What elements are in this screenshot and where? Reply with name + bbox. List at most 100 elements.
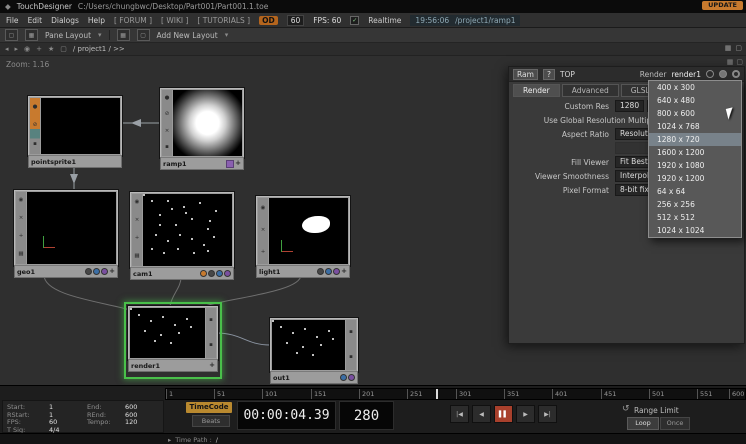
custom-res-width-field[interactable]: 1280 [615,100,644,112]
node-viewer[interactable] [173,90,242,156]
node-name-bar[interactable]: pointsprite1 [28,155,122,168]
bypass-flag-icon[interactable]: ⊘ [33,123,38,129]
pane-maximize-icon[interactable]: ▦ [725,44,732,52]
node-family-strip[interactable]: ◉ × + [258,198,268,264]
pane-close-icon[interactable]: ▢ [735,44,742,52]
nav-forward-icon[interactable]: ▸ [15,45,19,53]
family-badge[interactable]: Ram [513,69,538,80]
layout-preset2-icon[interactable]: ▢ [137,29,150,41]
network-breadcrumb[interactable]: / project1 / >> [73,45,125,53]
res-option[interactable]: 1920 x 1200 [649,172,741,185]
pane-box-icon[interactable]: ▢ [60,45,67,53]
node-family-strip[interactable]: ● ⊘ × ▪ [162,90,172,156]
res-option[interactable]: 64 x 64 [649,185,741,198]
menu-dialogs[interactable]: Dialogs [51,16,79,25]
active-flag-icon[interactable] [200,270,207,277]
node-out1[interactable]: ▪ ▪ out1 [270,318,358,372]
viewer-toggle-icon[interactable] [732,70,740,78]
once-button[interactable]: Once [660,417,690,430]
menu-forum[interactable]: [ FORUM ] [114,16,152,25]
tab-render[interactable]: Render [513,84,560,97]
viewer-flag-icon[interactable]: ▪ [209,318,213,324]
display-flag-icon[interactable]: ▪ [209,343,213,349]
time-path[interactable]: ▸ Time Path : / [168,436,218,444]
close-flag-icon[interactable]: × [19,216,24,222]
nav-target-icon[interactable]: ◉ [24,45,30,53]
node-flag-strip[interactable]: ▪ ▪ [346,320,356,370]
display-flag-icon[interactable] [93,268,100,275]
node-viewer[interactable] [27,192,116,264]
grid-flag-icon[interactable]: ▦ [134,254,139,260]
add-flag-icon[interactable]: + [135,236,140,242]
node-name-bar[interactable]: render1 + [128,359,218,372]
node-viewer[interactable] [143,194,232,266]
node-viewer[interactable] [41,98,120,154]
pause-button[interactable]: ▌▌ [494,405,513,423]
res-option[interactable]: 400 x 300 [649,81,741,94]
comment-icon[interactable] [706,70,714,78]
tab-advanced[interactable]: Advanced [562,84,619,97]
add-flag-icon[interactable]: + [341,268,347,275]
jump-end-button[interactable]: ▶| [538,405,557,423]
node-family-strip[interactable]: ◉ × + ▦ [16,192,26,264]
viewer-flag-icon[interactable]: ● [33,105,38,111]
node-render1[interactable]: ▪ ▪ render1 + [128,306,218,360]
palette-flag-icon[interactable] [226,160,234,168]
add-op-icon[interactable]: + [36,45,42,53]
pane-layout-chevron-icon[interactable]: ▾ [98,31,102,39]
pane-grid-icon[interactable]: ▦ [25,29,38,41]
res-option[interactable]: 1920 x 1080 [649,159,741,172]
viewer-flag-icon[interactable]: ◉ [135,200,140,206]
node-viewer[interactable] [130,308,205,358]
node-name-bar[interactable]: geo1 + [14,265,118,278]
res-option[interactable]: 1024 x 768 [649,120,741,133]
bypass-flag-icon[interactable]: ⊘ [165,112,170,118]
menu-file[interactable]: File [6,16,19,25]
node-viewer[interactable] [272,320,345,370]
node-family-strip[interactable]: ● ⊘ ▪ [30,98,40,154]
layout-preset-icon[interactable]: ▦ [117,29,130,41]
lock-flag-icon[interactable]: ▪ [165,145,169,151]
node-pointsprite1[interactable]: ● ⊘ ▪ pointsprite1 [28,96,122,156]
pane-split-icon[interactable]: ▢ [5,29,18,41]
node-name-bar[interactable]: ramp1 + [160,157,244,170]
add-flag-icon[interactable]: + [235,160,241,167]
timecode-button[interactable]: TimeCode [186,402,232,413]
node-name-bar[interactable]: light1 + [256,265,350,278]
display-flag-icon[interactable] [340,374,347,381]
add-layout-chevron-icon[interactable]: ▾ [225,31,229,39]
menu-wiki[interactable]: [ WIKI ] [161,16,188,25]
node-viewer[interactable] [269,198,348,264]
viewer-flag-icon[interactable]: ▪ [349,330,353,336]
help-button[interactable]: ? [543,69,555,80]
menu-help[interactable]: Help [88,16,105,25]
add-flag-icon[interactable]: + [19,234,24,240]
viewer-flag-icon[interactable]: ● [165,96,170,102]
node-geo1[interactable]: ◉ × + ▦ geo1 + [14,190,118,266]
pickable-flag-icon[interactable] [101,268,108,275]
frame-ruler[interactable]: 1 51 101 151 201 251 301 351 401 451 501… [165,388,746,400]
pickable-flag-icon[interactable] [348,374,355,381]
viewer-flag-icon[interactable]: ◉ [19,198,24,204]
od-badge[interactable]: OD [259,16,278,25]
beats-button[interactable]: Beats [192,415,230,427]
node-cam1[interactable]: ◉ × + ▦ cam1 [130,192,234,268]
frame-display[interactable]: 280 [339,401,394,430]
node-flag-strip[interactable]: ▪ ▪ [206,308,216,358]
display-flag-icon[interactable] [325,268,332,275]
realtime-checkbox[interactable]: ✓ [350,16,359,25]
render-flag-icon[interactable] [208,270,215,277]
display-flag-icon[interactable] [216,270,223,277]
update-button[interactable]: UPDATE [702,1,743,10]
pickable-flag-icon[interactable] [224,270,231,277]
jump-start-button[interactable]: |◀ [450,405,469,423]
close-flag-icon[interactable]: × [261,228,266,234]
close-flag-icon[interactable]: × [135,218,140,224]
nav-back-icon[interactable]: ◂ [5,45,9,53]
info-icon[interactable] [719,70,727,78]
add-flag-icon[interactable]: + [261,250,266,256]
node-name-bar[interactable]: out1 [270,371,358,384]
display-flag-icon[interactable]: ▪ [349,355,353,361]
menu-tutorials[interactable]: [ TUTORIALS ] [197,16,250,25]
render-flag-icon[interactable] [317,268,324,275]
